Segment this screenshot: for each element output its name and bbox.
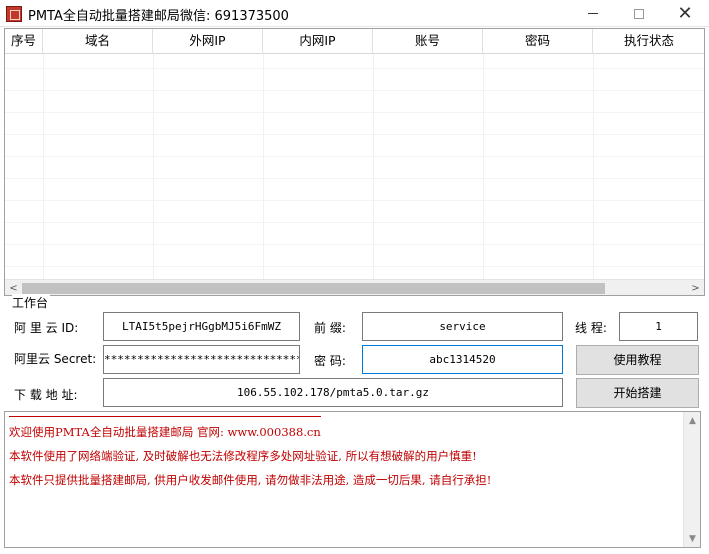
grid-body	[5, 54, 704, 279]
aliyun-secret-input[interactable]: ******************************	[103, 345, 300, 374]
password-label: 密 码:	[314, 354, 346, 368]
column-header-index[interactable]: 序号	[5, 29, 43, 54]
scrollbar-thumb[interactable]	[22, 283, 605, 294]
password-input[interactable]: abc1314520	[362, 345, 563, 374]
column-header-domain[interactable]: 域名	[43, 29, 153, 54]
close-icon: ✕	[677, 2, 693, 24]
log-line-disclaimer: 本软件只提供批量搭建邮局, 供用户收发邮件使用, 请勿做非法用途, 造成一切后果…	[9, 473, 492, 487]
app-logo-icon	[6, 6, 22, 22]
column-header-public-ip[interactable]: 外网IP	[153, 29, 263, 54]
log-divider	[9, 416, 321, 417]
workbench-group-label: 工作台	[12, 294, 51, 311]
threads-label: 线 程:	[575, 321, 607, 335]
minimize-button[interactable]	[570, 0, 616, 27]
start-build-button[interactable]: 开始搭建	[576, 378, 699, 408]
download-url-label: 下 载 地 址:	[14, 388, 78, 402]
column-header-password[interactable]: 密码	[483, 29, 593, 54]
window-title: PMTA全自动批量搭建邮局	[28, 9, 180, 24]
aliyun-id-label: 阿 里 云 ID:	[14, 321, 79, 335]
minimize-icon	[588, 13, 598, 14]
aliyun-secret-label: 阿里云 Secret:	[14, 352, 97, 366]
column-header-account[interactable]: 账号	[373, 29, 483, 54]
task-grid[interactable]: 序号 域名 外网IP 内网IP 账号 密码 执行状态 < >	[4, 28, 705, 296]
tutorial-button[interactable]: 使用教程	[576, 345, 699, 375]
column-header-private-ip[interactable]: 内网IP	[263, 29, 373, 54]
aliyun-id-input[interactable]: LTAI5t5pejrHGgbMJ5i6FmWZ	[103, 312, 300, 341]
download-url-input[interactable]: 106.55.102.178/pmta5.0.tar.gz	[103, 378, 563, 407]
threads-input[interactable]: 1	[619, 312, 698, 341]
prefix-label: 前 缀:	[314, 321, 346, 335]
maximize-icon	[634, 8, 644, 19]
maximize-button[interactable]	[616, 0, 662, 27]
scroll-up-icon[interactable]: ▲	[684, 412, 700, 429]
log-vertical-scrollbar[interactable]: ▲ ▼	[683, 412, 700, 547]
title-bar: PMTA全自动批量搭建邮局 微信: 691373500 ✕	[0, 0, 709, 27]
wechat-contact: 微信: 691373500	[180, 9, 289, 24]
prefix-input[interactable]: service	[362, 312, 563, 341]
grid-horizontal-scrollbar[interactable]: < >	[5, 279, 704, 295]
scroll-right-icon[interactable]: >	[687, 280, 704, 295]
log-panel[interactable]: 欢迎使用PMTA全自动批量搭建邮局 官网: www.000388.cn 本软件使…	[4, 411, 701, 548]
log-line-verification: 本软件使用了网络端验证, 及时破解也无法修改程序多处网址验证, 所以有想破解的用…	[9, 449, 477, 463]
column-header-status[interactable]: 执行状态	[593, 29, 704, 54]
log-line-welcome: 欢迎使用PMTA全自动批量搭建邮局 官网: www.000388.cn	[9, 425, 321, 439]
scroll-down-icon[interactable]: ▼	[684, 530, 700, 547]
close-button[interactable]: ✕	[662, 0, 708, 27]
grid-header: 序号 域名 外网IP 内网IP 账号 密码 执行状态	[5, 29, 704, 54]
